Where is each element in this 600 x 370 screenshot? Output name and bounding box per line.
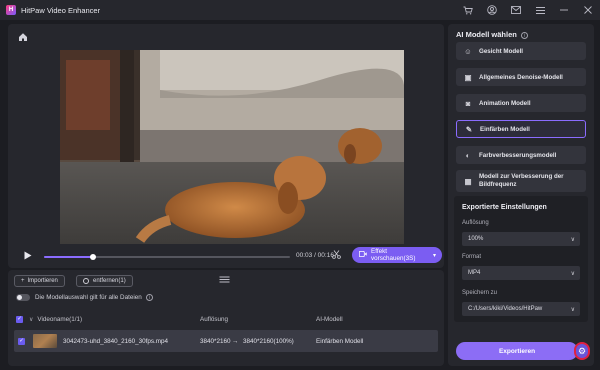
apply-all-row: Die Modellauswahl gilt für alle Dateien …: [16, 294, 153, 301]
select-all-checkbox[interactable]: ✓: [16, 315, 23, 323]
arrow-right-icon: →: [232, 337, 239, 345]
table-header: ✓ ∨ Videoname(1/1) Auflösung AI-Modell: [14, 312, 438, 326]
seek-handle[interactable]: [90, 254, 97, 260]
plus-icon: +: [21, 278, 25, 284]
layers-icon[interactable]: [219, 275, 230, 286]
column-videoname: Videoname(1/1): [37, 315, 83, 323]
model-face[interactable]: ☺ Gesicht Modell: [456, 42, 586, 60]
chevron-down-icon: ∨: [570, 306, 575, 313]
model-colorize[interactable]: ✎ Einfärben Modell: [456, 120, 586, 138]
app-title: HitPaw Video Enhancer: [21, 5, 101, 15]
save-path-value: C:/Users/kiki/Videos/HitPaw: [468, 306, 543, 312]
image-icon: ▣: [464, 72, 472, 82]
animation-icon: ◙: [465, 98, 471, 108]
column-resolution: Auflösung: [200, 315, 229, 323]
preview-panel: 00:03 / 00:16 Effekt vorschauen(3S) ▾: [8, 24, 444, 268]
frames-icon: ▦: [464, 176, 472, 186]
save-path-select[interactable]: C:/Users/kiki/Videos/HitPaw ∨: [462, 302, 580, 316]
apply-all-label: Die Modellauswahl gilt für alle Dateien: [35, 294, 142, 301]
row-resolution-from: 3840*2160: [200, 337, 231, 345]
scissors-icon[interactable]: [332, 250, 341, 261]
import-label: Importieren: [27, 278, 58, 284]
file-list-panel: + Importieren entfernen(1) Die Modellaus…: [8, 270, 444, 366]
title-bar: H HitPaw Video Enhancer: [0, 0, 600, 20]
model-frame-interpolation[interactable]: ▦ Modell zur Verbesserung der Bildfreque…: [456, 170, 586, 192]
info-icon[interactable]: i: [520, 32, 528, 39]
chevron-down-icon[interactable]: ▾: [433, 252, 436, 259]
face-icon: ☺: [464, 46, 472, 56]
remove-label: entfernen(1): [93, 278, 126, 284]
video-thumbnail: [33, 334, 57, 348]
row-filename: 3042473-uhd_3840_2160_30fps.mp4: [63, 337, 169, 345]
close-icon[interactable]: [576, 0, 600, 20]
settings-panel: AI Modell wählen i ☺ Gesicht Modell ▣ Al…: [448, 24, 594, 366]
resolution-select[interactable]: 100% ∨: [462, 232, 580, 246]
preview-effect-button[interactable]: Effekt vorschauen(3S) ▾: [352, 247, 442, 263]
menu-icon[interactable]: [528, 0, 552, 20]
export-settings: Exportierte Einstellungen Auflösung 100%…: [454, 196, 588, 322]
player-controls: 00:03 / 00:16 Effekt vorschauen(3S) ▾: [16, 246, 444, 266]
app-logo-icon: H: [6, 5, 16, 15]
row-ai-model: Einfärben Modell: [316, 337, 364, 345]
model-frame-interpolation-label: Modell zur Verbesserung der Bildfrequenz: [479, 173, 564, 188]
resolution-value: 100%: [468, 236, 484, 242]
remove-button[interactable]: entfernen(1): [76, 275, 133, 287]
sort-chevron-icon[interactable]: ∨: [29, 316, 33, 323]
column-ai-model: AI-Modell: [316, 315, 343, 323]
export-settings-gear-icon[interactable]: ⚙: [574, 342, 590, 360]
play-icon[interactable]: [24, 251, 32, 262]
model-denoise[interactable]: ▣ Allgemeines Denoise-Modell: [456, 68, 586, 86]
model-colorize-label: Einfärben Modell: [480, 125, 530, 133]
export-settings-title: Exportierte Einstellungen: [462, 204, 547, 211]
export-button[interactable]: Exportieren: [456, 342, 578, 360]
model-color-enhance-label: Farbverbesserungsmodell: [479, 151, 557, 159]
row-resolution-to: 3840*2160(100%): [243, 337, 294, 345]
resolution-label: Auflösung: [462, 220, 489, 226]
table-row[interactable]: ✓ 3042473-uhd_3840_2160_30fps.mp4 3840*2…: [14, 330, 438, 352]
model-animation-label: Animation Modell: [479, 99, 531, 107]
info-icon[interactable]: i: [145, 294, 153, 301]
format-value: MP4: [468, 270, 481, 276]
palette-icon: ◐: [465, 150, 471, 160]
save-to-label: Speichern zu: [462, 290, 498, 296]
seek-bar[interactable]: [44, 254, 290, 260]
format-label: Format: [462, 254, 482, 260]
colorize-icon: ✎: [465, 124, 473, 134]
chevron-down-icon: ∨: [570, 270, 575, 277]
row-checkbox[interactable]: ✓: [18, 337, 25, 345]
time-readout: 00:03 / 00:16: [296, 252, 334, 259]
preview-icon: [358, 250, 367, 259]
model-animation[interactable]: ◙ Animation Modell: [456, 94, 586, 112]
mail-icon[interactable]: [504, 0, 528, 20]
model-section-title: AI Modell wählen i: [456, 30, 528, 39]
user-icon[interactable]: [480, 0, 504, 20]
import-button[interactable]: + Importieren: [14, 275, 65, 287]
model-section-title-text: AI Modell wählen: [456, 30, 517, 39]
remove-icon: [83, 278, 89, 284]
home-icon[interactable]: [18, 32, 28, 45]
cart-icon[interactable]: [456, 0, 480, 20]
seek-progress: [44, 256, 94, 258]
apply-all-toggle[interactable]: [16, 294, 30, 301]
format-select[interactable]: MP4 ∨: [462, 266, 580, 280]
minimize-icon[interactable]: [552, 0, 576, 20]
video-frame[interactable]: [60, 50, 404, 244]
preview-effect-label: Effekt vorschauen(3S): [371, 248, 416, 262]
chevron-down-icon: ∨: [570, 236, 575, 243]
model-denoise-label: Allgemeines Denoise-Modell: [479, 73, 563, 81]
model-color-enhance[interactable]: ◐ Farbverbesserungsmodell: [456, 146, 586, 164]
model-face-label: Gesicht Modell: [479, 47, 524, 55]
